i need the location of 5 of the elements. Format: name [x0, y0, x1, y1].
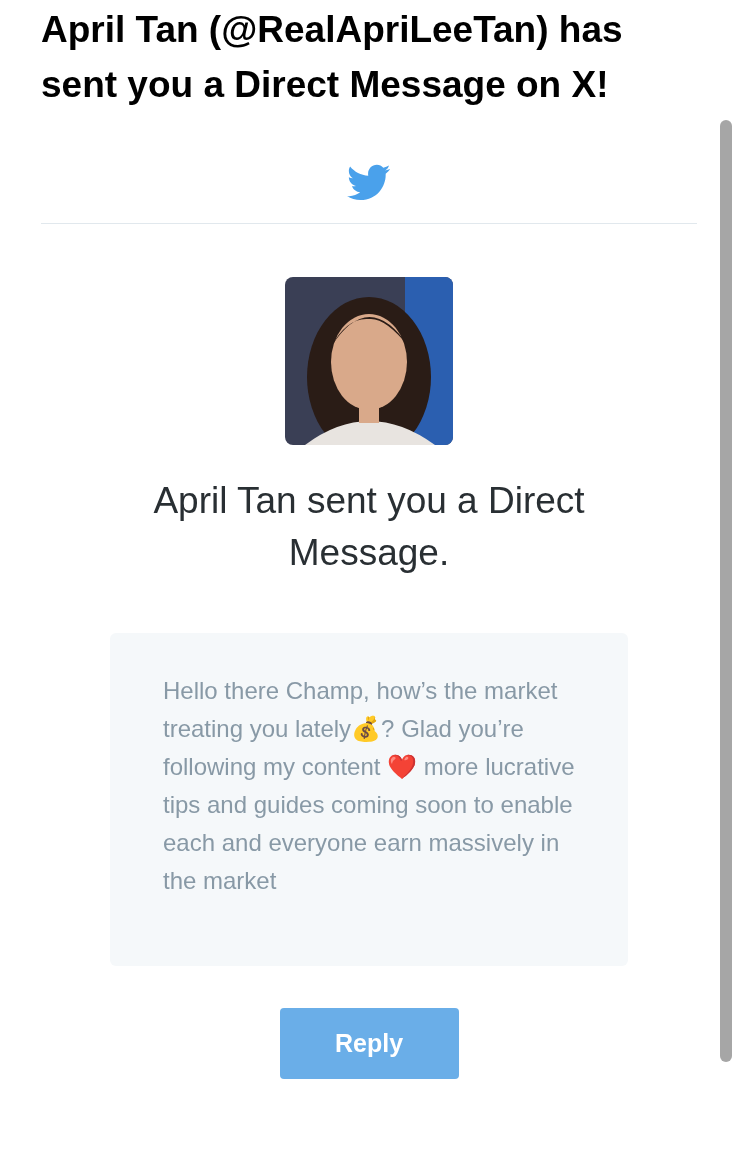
headline: April Tan sent you a Direct Message. — [152, 479, 586, 575]
bird-icon — [347, 164, 391, 202]
reply-button[interactable]: Reply — [279, 1008, 459, 1079]
message-text: Hello there Champ, how’s the market treating you lately💰? Glad you’re following my content ❤ more lucrative tips and guides coming soon to enable each and everyone earn massively in the market — [163, 676, 575, 896]
email-subject: April Tan (@RealApriLeeTan) has sent you a Direct Message on X! — [40, 8, 624, 107]
